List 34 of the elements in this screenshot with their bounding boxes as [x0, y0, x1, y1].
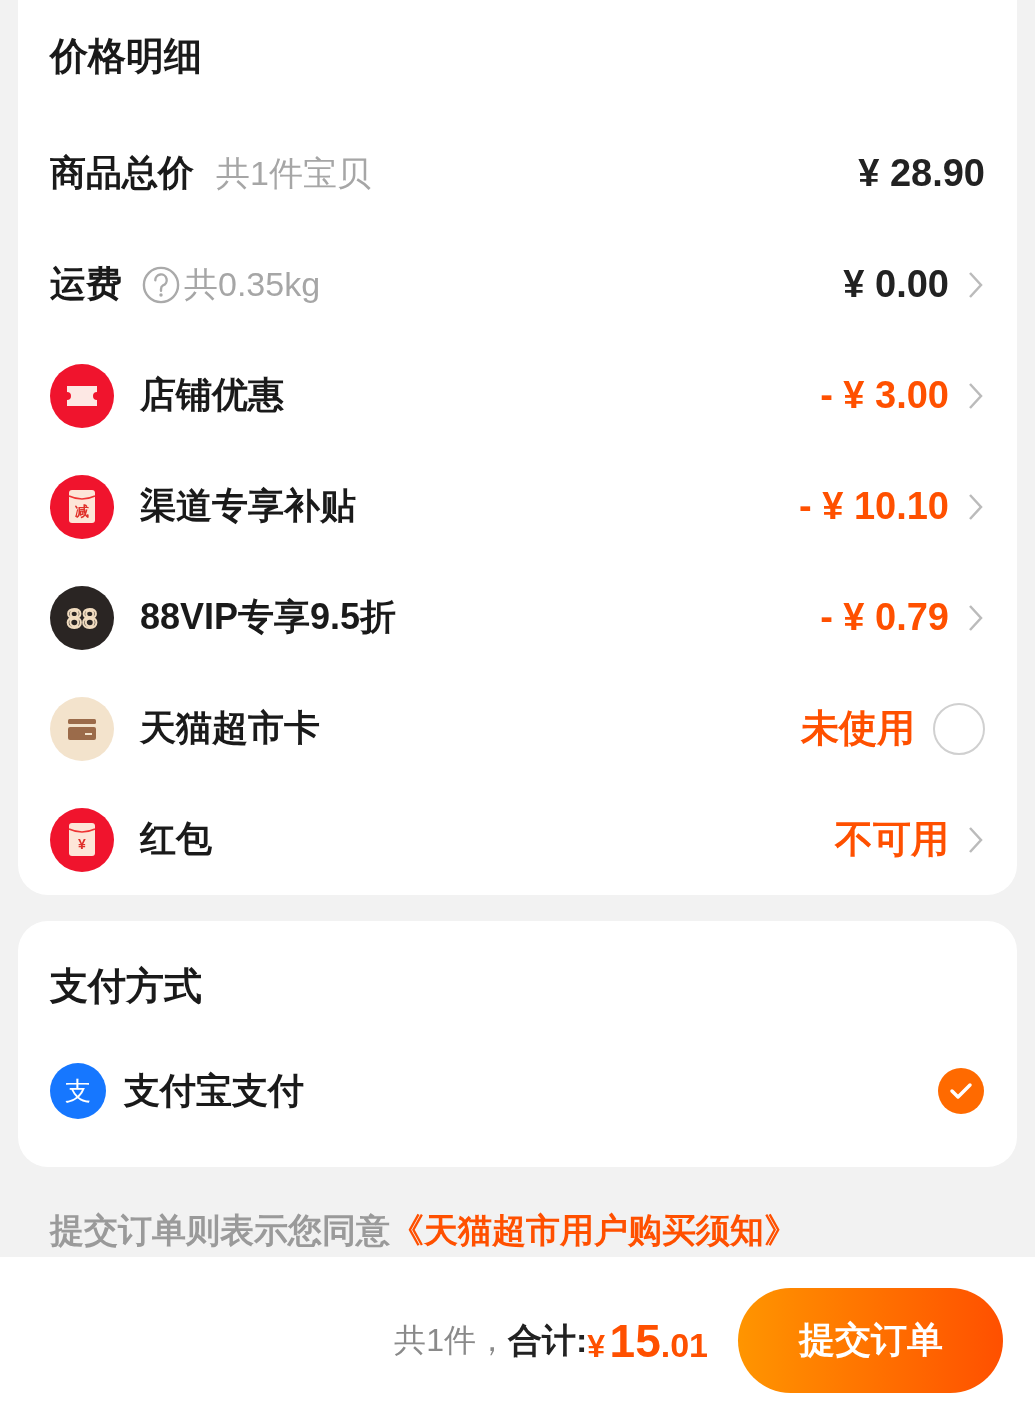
payment-label: 支付宝支付: [124, 1068, 304, 1113]
item-count: 共1件，: [394, 1320, 508, 1360]
submit-button[interactable]: 提交订单: [738, 1288, 1003, 1394]
envelope-icon: 减: [50, 474, 114, 539]
row-label: 店铺优惠: [140, 373, 284, 417]
total-amount: ¥15.01: [587, 1313, 708, 1368]
radio-button[interactable]: [933, 702, 985, 755]
alipay-icon: 支: [50, 1063, 106, 1119]
row-label: 运费: [50, 262, 122, 306]
row-note: 共0.35kg: [184, 263, 321, 305]
check-icon[interactable]: [937, 1067, 985, 1115]
row-label: 天猫超市卡: [140, 706, 320, 750]
ticket-icon: [50, 363, 114, 428]
row-amount: - ¥ 3.00: [820, 374, 949, 417]
row-amount: ¥ 28.90: [858, 152, 985, 195]
row-label: 渠道专享补贴: [140, 484, 356, 528]
section-title: 支付方式: [50, 964, 203, 1009]
envelope-icon: ¥: [50, 807, 114, 872]
agreement-link[interactable]: 《天猫超市用户购买须知》: [390, 1207, 798, 1254]
row-amount: - ¥ 0.79: [820, 596, 949, 639]
row-label: 88VIP专享9.5折: [140, 595, 397, 639]
card-icon: [50, 696, 114, 761]
row-label: 红包: [140, 817, 212, 861]
total-label: 合计:: [508, 1319, 588, 1361]
row-amount: 不可用: [835, 817, 949, 862]
help-icon[interactable]: [142, 265, 180, 304]
agreement-text: 提交订单则表示您同意: [50, 1209, 390, 1251]
vip-icon: 88: [50, 585, 114, 650]
row-label: 商品总价: [50, 151, 194, 195]
row-amount: 未使用: [801, 706, 915, 751]
row-amount: - ¥ 10.10: [799, 485, 949, 528]
row-amount: ¥ 0.00: [843, 263, 949, 306]
section-title: 价格明细: [50, 34, 203, 79]
row-note: 共1件宝贝: [216, 152, 371, 194]
